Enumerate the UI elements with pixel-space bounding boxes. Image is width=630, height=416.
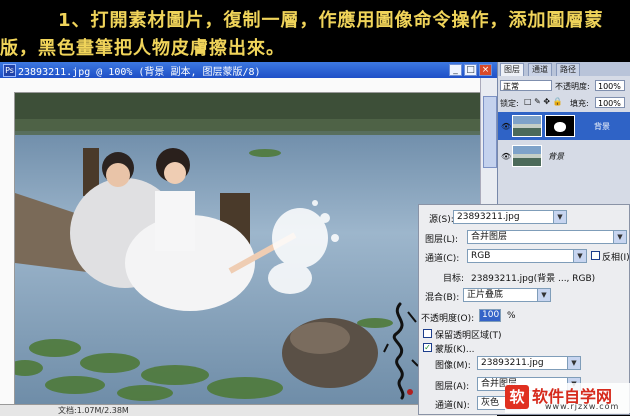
photoshop-icon: Ps xyxy=(3,64,16,77)
document-title: 23893211.jpg @ 100% (背景 副本, 图层蒙版/8) xyxy=(18,67,261,78)
chevron-down-icon: ▼ xyxy=(573,250,586,262)
preserve-transparency-label: 保留透明区域(T) xyxy=(435,331,502,341)
image-select[interactable]: 23893211.jpg ▼ xyxy=(477,356,581,370)
fill-field[interactable]: 100% xyxy=(595,97,625,108)
image-value: 23893211.jpg xyxy=(481,358,544,368)
fill-label: 填充: xyxy=(570,99,589,108)
tab-layers[interactable]: 图层 xyxy=(500,63,524,76)
chevron-down-icon: ▼ xyxy=(613,231,626,243)
blend-mode-select[interactable]: 正常 xyxy=(500,80,552,91)
close-button[interactable]: × xyxy=(479,64,492,76)
lock-label: 锁定: xyxy=(500,99,519,108)
source-label: 源(S): xyxy=(429,215,454,225)
vertical-ruler xyxy=(0,92,15,404)
opacity-field[interactable]: 100% xyxy=(595,80,625,91)
invert-label: 反相(I) xyxy=(602,253,630,263)
opacity-label: 不透明度: xyxy=(555,82,590,91)
opacity-label: 不透明度(O): xyxy=(421,314,475,324)
channel-value: RGB xyxy=(471,251,491,261)
maximize-button[interactable]: □ xyxy=(464,64,477,76)
layer-name: 背景 xyxy=(548,152,564,161)
minimize-button[interactable]: _ xyxy=(449,64,462,76)
invert-checkbox[interactable] xyxy=(591,251,600,260)
layer-background-copy[interactable]: 👁 背景 xyxy=(498,112,630,140)
tab-channels[interactable]: 通道 xyxy=(528,63,552,76)
caption-line-2: 版，黑色畫筆把人物皮膚擦出來。 xyxy=(0,38,285,59)
site-watermark: 软 软件自学网 www.rjzxw.com xyxy=(505,383,630,413)
mask-checkbox[interactable]: ✓ xyxy=(423,343,432,352)
layer-mask-thumbnail[interactable] xyxy=(545,115,575,137)
layer-value: 合并图层 xyxy=(471,232,508,242)
layer-name: 背景 xyxy=(594,122,610,131)
tab-paths[interactable]: 路径 xyxy=(556,63,580,76)
layer-background[interactable]: 👁 背景 xyxy=(498,142,630,170)
layer-thumbnail xyxy=(512,145,542,167)
lock-icons[interactable]: □ ✎ ✥ 🔒 xyxy=(524,97,563,106)
mask-channel-value: 灰色 xyxy=(481,398,500,408)
tutorial-caption: 1、打開素材圖片，復制一層，作應用圖像命令操作，添加圖層蒙 版，黑色畫筆把人物皮… xyxy=(0,0,630,62)
eye-icon[interactable]: 👁 xyxy=(501,152,511,161)
channel-label: 通道(C): xyxy=(425,254,460,264)
mask-layer-label: 图层(A): xyxy=(435,382,470,392)
chevron-down-icon: ▼ xyxy=(537,289,550,301)
layer-thumbnail xyxy=(512,115,542,137)
layer-select[interactable]: 合并图层 ▼ xyxy=(467,230,627,244)
calligraphy-signature xyxy=(383,302,419,400)
source-select[interactable]: 23893211.jpg ▼ xyxy=(453,210,567,224)
layer-label: 图层(L): xyxy=(425,235,459,245)
target-label: 目标: xyxy=(443,274,465,284)
source-value: 23893211.jpg xyxy=(457,212,520,222)
image-label: 图像(M): xyxy=(435,361,471,371)
blending-select[interactable]: 正片叠底 ▼ xyxy=(463,288,551,302)
caption-line-1: 1、打開素材圖片，復制一層，作應用圖像命令操作，添加圖層蒙 xyxy=(58,10,604,31)
mask-channel-label: 通道(N): xyxy=(435,401,470,411)
eye-icon[interactable]: 👁 xyxy=(501,122,511,131)
document-size: 文档:1.07M/2.38M xyxy=(58,406,129,415)
percent-unit: % xyxy=(507,311,516,321)
blending-value: 正片叠底 xyxy=(467,290,504,300)
scroll-thumb[interactable] xyxy=(483,96,497,168)
target-value: 23893211.jpg(背景 ..., RGB) xyxy=(471,274,596,284)
panel-tabs: 图层 通道 路径 xyxy=(498,62,630,76)
watermark-url: www.rjzxw.com xyxy=(545,402,620,411)
blending-label: 混合(B): xyxy=(425,293,460,303)
chevron-down-icon: ▼ xyxy=(567,357,580,369)
horizontal-ruler xyxy=(0,78,480,93)
preserve-transparency-checkbox[interactable] xyxy=(423,329,432,338)
watermark-logo-icon: 软 xyxy=(505,385,529,409)
chevron-down-icon: ▼ xyxy=(553,211,566,223)
channel-select[interactable]: RGB ▼ xyxy=(467,249,587,263)
opacity-input[interactable]: 100 xyxy=(479,309,501,322)
mask-label: 蒙版(K)... xyxy=(435,345,475,355)
document-titlebar[interactable]: Ps 23893211.jpg @ 100% (背景 副本, 图层蒙版/8) _… xyxy=(0,62,497,78)
